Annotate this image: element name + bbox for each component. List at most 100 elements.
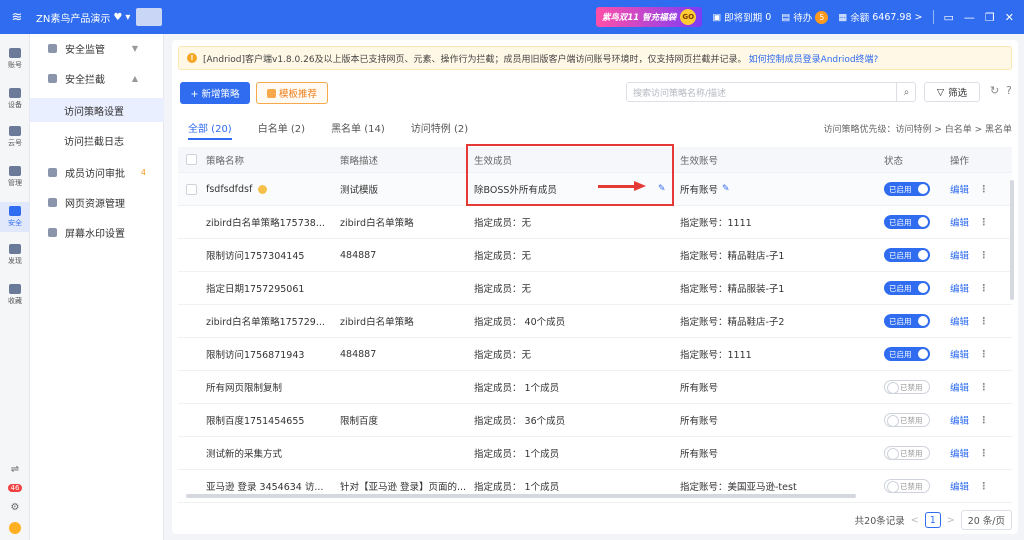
table-header: 策略名称 策略描述 生效成员 生效账号 状态 操作 [178,147,1012,173]
status-toggle[interactable]: 已禁用 [884,479,930,493]
account-icon [9,48,21,58]
next-page-button[interactable]: > [947,515,955,526]
minimize-icon[interactable]: — [964,11,975,24]
edit-button[interactable]: 编辑 [950,215,969,229]
policy-name: 亚马逊 登录 3454634 访... [206,482,324,493]
sidebar-item-member-review[interactable]: 成员访问审批 4 [30,160,164,184]
balance-value: 6467.98 [872,11,912,23]
help-icon[interactable]: ? [1006,84,1012,97]
settings-sliders-icon[interactable]: ⇌ [0,464,30,475]
sidebar-item-security-monitor[interactable]: 安全监管 ▼ [30,36,164,60]
more-actions-icon[interactable]: ⋮ [979,316,989,327]
edit-button[interactable]: 编辑 [950,380,969,394]
promo-banner[interactable]: 紫鸟双11 智充福袋 GO [595,7,703,27]
balance-button[interactable]: ▦ 余额 6467.98 > [838,10,922,25]
add-policy-button[interactable]: + 新增策略 [180,82,250,104]
maximize-icon[interactable]: ❐ [985,11,995,24]
status-toggle[interactable]: 已启用 [884,314,930,328]
left-rail: 账号 设备 云号 管理 安全 发现 收藏 ⇌ 46 ⚙ [0,34,30,540]
thumbs-up-icon [266,88,276,98]
status-toggle[interactable]: 已启用 [884,347,930,361]
prev-page-button[interactable]: < [911,515,919,526]
status-toggle[interactable]: 已启用 [884,215,930,229]
tab-exception[interactable]: 访问特例 (2) [411,120,468,140]
refresh-icon[interactable]: ↻ [990,84,999,97]
sidebar-item-security-block[interactable]: 安全拦截 ▲ [30,66,164,90]
select-all-checkbox[interactable] [186,154,197,165]
row-checkbox[interactable] [186,183,197,195]
tab-whitelist[interactable]: 白名单 (2) [258,120,305,140]
notice-link[interactable]: 如何控制成员登录Andriod终端? [749,52,879,65]
sidebar-item-watermark[interactable]: 屏幕水印设置 [30,220,164,244]
vertical-scrollbar[interactable] [1010,180,1014,300]
effective-members: 指定成员： 36个成员 [474,416,566,427]
workspace-switcher[interactable]: ZN素鸟产品演示 ♥ ▾ [36,10,130,25]
edit-button[interactable]: 编辑 [950,347,969,361]
app-logo-icon[interactable]: ≋ [0,0,34,34]
edit-button[interactable]: 编辑 [950,413,969,427]
more-actions-icon[interactable]: ⋮ [979,184,989,195]
sidebar-item-block-log[interactable]: 访问拦截日志 [30,128,164,152]
rail-item-account[interactable]: 账号 [0,48,30,70]
expiring-button[interactable]: ▣ 即将到期 0 [712,10,771,25]
more-actions-icon[interactable]: ⋮ [979,283,989,294]
edit-accounts-pencil-icon[interactable]: ✎ [722,184,730,194]
more-actions-icon[interactable]: ⋮ [979,415,989,426]
status-toggle[interactable]: 已启用 [884,281,930,295]
edit-button[interactable]: 编辑 [950,314,969,328]
more-actions-icon[interactable]: ⋮ [979,250,989,261]
rail-item-discover[interactable]: 发现 [0,244,30,266]
gear-icon[interactable]: ⚙ [0,502,30,513]
header-name: 策略名称 [206,155,245,167]
filter-button[interactable]: ▽ 筛选 [924,82,980,102]
divider [932,10,934,24]
close-icon[interactable]: ✕ [1005,11,1014,24]
status-toggle[interactable]: 已启用 [884,248,930,262]
more-actions-icon[interactable]: ⋮ [979,217,989,228]
status-toggle[interactable]: 已启用 [884,182,930,196]
table-row: fsdfsdfdsf 测试模版 除BOSS外所有成员 ✎ 所有账号 ✎ 已启用 编辑 ⋮ [178,173,1012,206]
more-actions-icon[interactable]: ⋮ [979,481,989,492]
notification-button[interactable]: 46 [0,482,30,493]
rail-item-manage[interactable]: 管理 [0,166,30,188]
sidebar-item-web-resource[interactable]: 网页资源管理 [30,190,164,214]
sidebar-item-label: 安全监管 [65,44,105,56]
tab-all[interactable]: 全部 (20) [188,120,232,140]
rail-item-security[interactable]: 安全 [0,202,30,232]
edit-button[interactable]: 编辑 [950,182,969,196]
review-count: 4 [140,167,146,177]
rail-item-cloud[interactable]: 云号 [0,126,30,148]
search-input[interactable]: 搜索访问策略名称/描述 [626,82,916,102]
filter-tabs: 全部 (20) 白名单 (2) 黑名单 (14) 访问特例 (2) [188,120,468,140]
horizontal-scrollbar[interactable] [186,494,856,498]
edit-members-pencil-icon[interactable]: ✎ [658,184,666,194]
header-status: 状态 [884,155,904,167]
tab-blacklist[interactable]: 黑名单 (14) [331,120,385,140]
coin-icon[interactable] [0,522,30,534]
search-icon[interactable]: ⌕ [896,82,916,102]
page-size-select[interactable]: 20 条/页 [960,510,1012,530]
avatar[interactable] [136,8,163,26]
edit-button[interactable]: 编辑 [950,281,969,295]
status-toggle[interactable]: 已禁用 [884,380,930,394]
current-page[interactable]: 1 [924,512,941,528]
sidebar-item-access-policy[interactable]: 访问策略设置 [30,98,164,122]
status-toggle[interactable]: 已禁用 [884,413,930,427]
more-actions-icon[interactable]: ⋮ [979,448,989,459]
rail-item-favorites[interactable]: 收藏 [0,284,30,306]
more-actions-icon[interactable]: ⋮ [979,382,989,393]
edit-button[interactable]: 编辑 [950,446,969,460]
sidebar-item-label: 安全拦截 [65,74,105,86]
todo-button[interactable]: ▤ 待办 5 [781,10,829,24]
effective-members: 指定成员：无 [474,284,532,295]
edit-button[interactable]: 编辑 [950,479,969,493]
template-recommend-button[interactable]: 模板推荐 [256,82,328,104]
more-actions-icon[interactable]: ⋮ [979,349,989,360]
edit-button[interactable]: 编辑 [950,248,969,262]
web-icon [48,197,57,207]
rail-item-device[interactable]: 设备 [0,88,30,110]
screen-icon[interactable]: ▭ [944,11,954,24]
notice-banner: ! [Andriod]客户端v1.8.0.26及以上版本已支持网页、元素、操作行… [178,46,1012,70]
status-toggle[interactable]: 已禁用 [884,446,930,460]
table-row: 指定日期1757295061 指定成员：无 指定账号：精品服装-子1 已启用 编辑 ⋮ [178,272,1012,305]
